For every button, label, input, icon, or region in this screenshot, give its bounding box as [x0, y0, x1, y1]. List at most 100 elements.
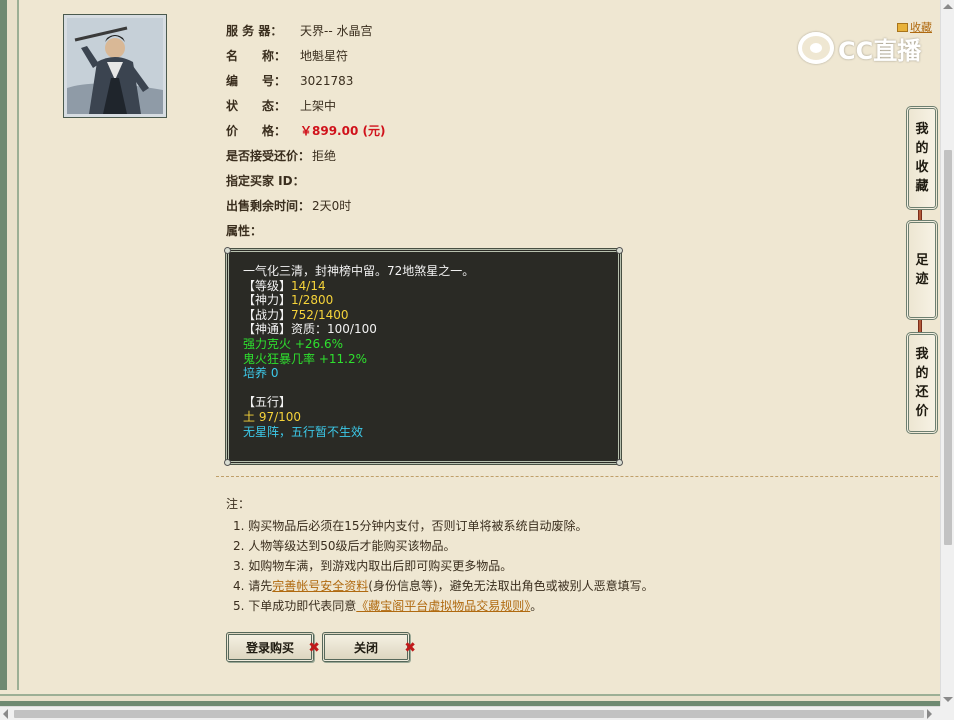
name-value: 地魁星符 — [300, 49, 349, 63]
info-row-id: 编 号： 3021783 — [226, 68, 385, 93]
horizontal-scroll-thumb[interactable] — [14, 710, 924, 718]
attr-description: 一气化三清，封神榜中留。72地煞星之一。 — [243, 264, 475, 278]
side-tab-char: 藏 — [915, 179, 929, 194]
attr-level: 【等级】14/14 — [243, 279, 604, 294]
vertical-scrollbar[interactable] — [940, 0, 954, 706]
attr-level-value: 14/14 — [291, 278, 326, 293]
scroll-right-icon[interactable] — [927, 709, 932, 719]
attr-power-value: 1/2800 — [291, 293, 334, 308]
trade-rules-link[interactable]: 《藏宝阁平台虚拟物品交易规则》 — [356, 599, 530, 613]
cc-logo-text: CC直播 — [838, 36, 922, 65]
attr-bonus-2: 鬼火狂暴几率 +11.2% — [243, 351, 367, 366]
notes-title: 注： — [226, 497, 251, 511]
attr-skill: 【神通】资质：100/100 — [243, 322, 604, 337]
attr-skill-key: 【神通】 — [243, 322, 292, 337]
page-frame: 服 务 器： 天界-- 水晶宫 名 称： 地魁星符 编 号： 3021783 状… — [0, 0, 940, 706]
character-illustration-icon — [67, 18, 163, 114]
side-tab-char: 还 — [915, 385, 929, 400]
attr-level-key: 【等级】 — [243, 278, 292, 293]
section-divider — [216, 476, 938, 477]
info-row-status: 状 态： 上架中 — [226, 93, 385, 118]
id-value: 3021783 — [300, 73, 354, 88]
server-label: 服 务 器： — [226, 24, 283, 38]
my-offers-tab[interactable]: 我 的 还 价 — [906, 332, 938, 434]
side-tab-char: 价 — [915, 404, 929, 419]
side-tab-char: 我 — [915, 347, 929, 362]
my-favorites-tab[interactable]: 我 的 收 藏 — [906, 106, 938, 210]
side-tab-char: 迹 — [915, 272, 929, 287]
vertical-scroll-thumb[interactable] — [944, 150, 952, 545]
counter-offer-value: 拒绝 — [312, 149, 337, 163]
corner-rivet-icon — [616, 247, 623, 254]
note-item: 5. 下单成功即代表同意《藏宝阁平台虚拟物品交易规则》。 — [226, 596, 654, 616]
note-item: 4. 请先完善帐号安全资料(身份信息等)，避免无法取出角色或被别人恶意填写。 — [226, 576, 654, 596]
scrollbar-corner — [940, 706, 954, 720]
attr-power-key: 【神力】 — [243, 293, 292, 308]
note-4-prefix: 4. 请先 — [233, 579, 273, 593]
scroll-left-icon[interactable] — [3, 709, 8, 719]
attr-wuxing-title: 【五行】 — [243, 395, 292, 410]
decorative-border-bottom — [0, 690, 940, 706]
cc-live-watermark: CC直播 — [798, 31, 921, 65]
note-item: 1. 购买物品后必须在15分钟内支付，否则订单将被系统自动废除。 — [233, 519, 588, 533]
decorative-border-left — [0, 0, 22, 700]
price-value: ￥899.00 (元) — [300, 124, 386, 138]
remaining-time-label: 出售剩余时间： — [226, 199, 311, 213]
corner-rivet-icon — [224, 459, 231, 466]
item-portrait — [63, 14, 167, 118]
side-tab-char: 收 — [915, 160, 929, 175]
attr-skill-value: 资质：100/100 — [291, 322, 377, 337]
attr-power: 【神力】1/2800 — [243, 293, 604, 308]
x-mark-icon: ✖ — [404, 640, 416, 656]
info-row-name: 名 称： 地魁星符 — [226, 43, 385, 68]
attributes-panel: 一气化三清，封神榜中留。72地煞星之一。 【等级】14/14 【神力】1/280… — [224, 247, 623, 466]
designated-buyer-label: 指定买家 ID： — [226, 174, 305, 188]
attr-bonus-1: 强力克火 +26.6% — [243, 336, 343, 351]
close-label: 关闭 — [353, 640, 378, 655]
close-button[interactable]: 关闭 ✖ — [322, 632, 416, 662]
status-value: 上架中 — [300, 99, 337, 113]
counter-offer-label: 是否接受还价： — [226, 149, 311, 163]
side-tab-char: 的 — [915, 366, 929, 381]
info-row-counter-offer: 是否接受还价： 拒绝 — [226, 143, 385, 168]
side-tab-char: 的 — [915, 141, 929, 156]
name-label: 名 称： — [226, 49, 287, 63]
item-info-list: 服 务 器： 天界-- 水晶宫 名 称： 地魁星符 编 号： 3021783 状… — [226, 18, 385, 243]
login-buy-button[interactable]: 登录购买 ✖ — [226, 632, 320, 662]
corner-rivet-icon — [224, 247, 231, 254]
login-buy-label: 登录购买 — [245, 640, 294, 655]
attributes-label: 属性： — [226, 224, 263, 238]
note-5-suffix: 。 — [530, 599, 543, 613]
remaining-time-value: 2天0时 — [312, 199, 352, 213]
attr-wuxing-value: 土 97/100 — [243, 409, 302, 424]
note-item: 3. 如购物车满，到游戏内取出后即可购买更多物品。 — [233, 559, 513, 573]
x-mark-icon: ✖ — [308, 640, 320, 656]
attr-combat: 【战力】752/1400 — [243, 308, 604, 323]
info-row-attributes: 属性： — [226, 218, 385, 243]
attr-combat-key: 【战力】 — [243, 307, 292, 322]
price-label: 价 格： — [226, 124, 287, 138]
note-item: 2. 人物等级达到50级后才能购买该物品。 — [233, 539, 456, 553]
scroll-up-icon[interactable] — [943, 4, 953, 9]
account-security-link[interactable]: 完善帐号安全资料 — [272, 579, 368, 593]
server-value: 天界-- 水晶宫 — [300, 24, 373, 38]
purchase-notes: 注： 1. 购买物品后必须在15分钟内支付，否则订单将被系统自动废除。 2. 人… — [226, 495, 654, 616]
side-tab-char: 我 — [915, 122, 929, 137]
attr-wuxing-note: 无星阵，五行暂不生效 — [243, 424, 364, 439]
footprint-tab[interactable]: 足 迹 — [906, 220, 938, 320]
horizontal-scrollbar[interactable] — [0, 706, 954, 720]
info-row-server: 服 务 器： 天界-- 水晶宫 — [226, 18, 385, 43]
attr-combat-value: 752/1400 — [291, 307, 349, 322]
note-4-suffix: (身份信息等)，避免无法取出角色或被别人恶意填写。 — [368, 579, 654, 593]
id-label: 编 号： — [226, 74, 287, 88]
status-label: 状 态： — [226, 99, 287, 113]
cc-logo-icon — [798, 32, 834, 64]
corner-rivet-icon — [616, 459, 623, 466]
scroll-down-icon[interactable] — [943, 697, 953, 702]
attr-cultivate: 培养 0 — [243, 366, 279, 381]
side-tab-char: 足 — [915, 253, 929, 268]
info-row-price: 价 格： ￥899.00 (元) — [226, 118, 385, 143]
info-row-buyer: 指定买家 ID： — [226, 168, 385, 193]
note-5-prefix: 5. 下单成功即代表同意 — [233, 599, 357, 613]
attr-spacer — [243, 381, 604, 396]
